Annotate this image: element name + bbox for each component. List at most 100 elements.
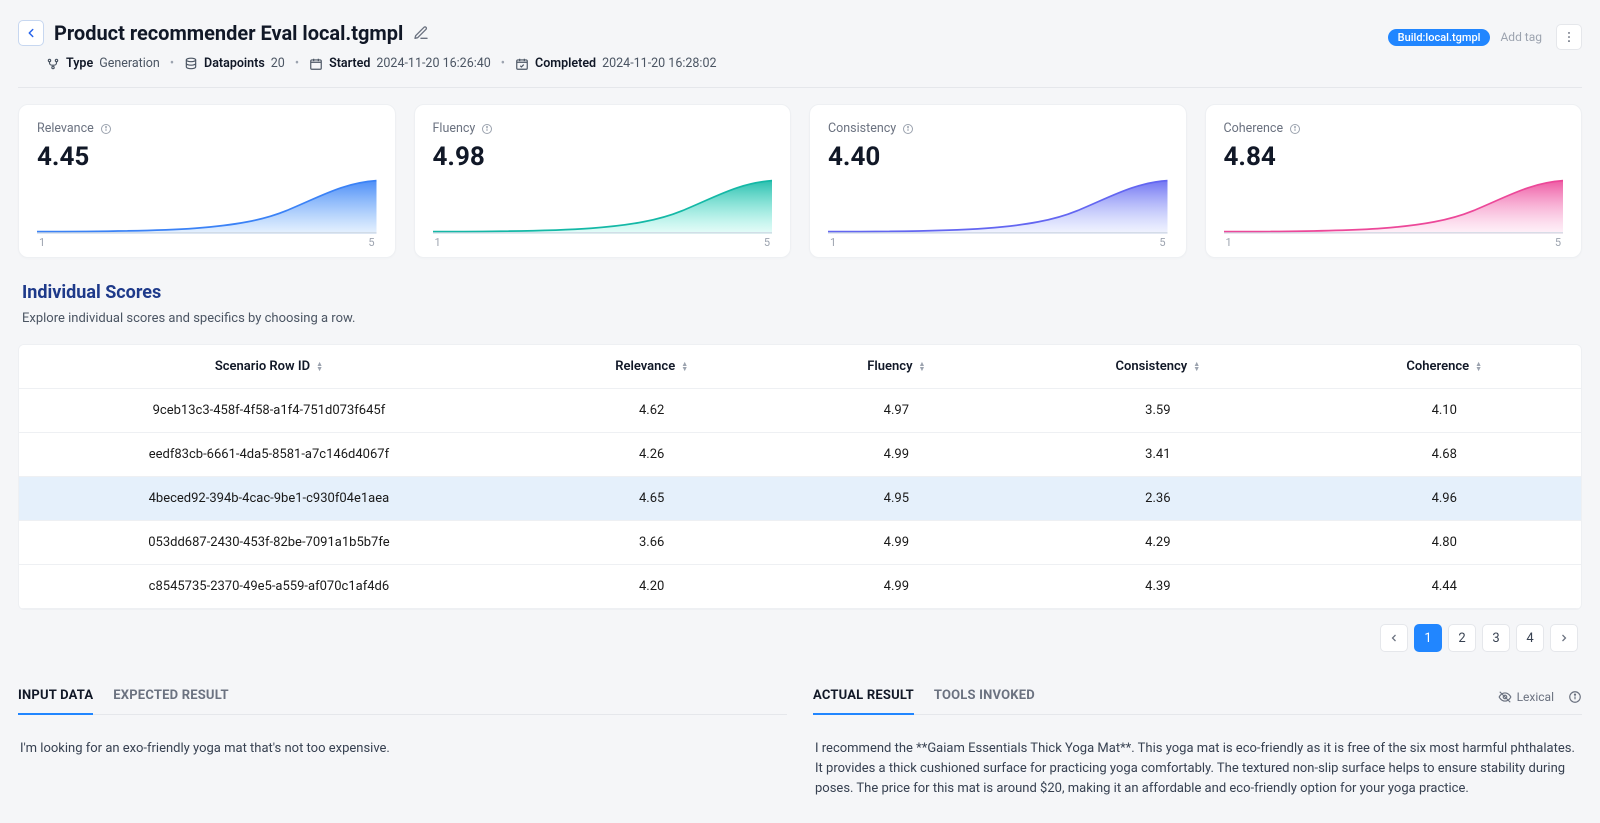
detail-right: ACTUAL RESULT TOOLS INVOKED Lexical I re…	[813, 680, 1582, 811]
table-row[interactable]: 9ceb13c3-458f-4f58-a1f4-751d073f645f 4.6…	[19, 389, 1581, 433]
col-consistency[interactable]: Consistency▲▼	[1008, 345, 1307, 389]
sort-icon: ▲▼	[1193, 362, 1200, 372]
col-relevance[interactable]: Relevance▲▼	[519, 345, 785, 389]
cell-coherence: 4.68	[1307, 433, 1581, 477]
cell-fluency: 4.99	[785, 433, 1009, 477]
calendar-icon	[309, 57, 323, 71]
metric-value: 4.40	[828, 142, 1168, 172]
cell-relevance: 3.66	[519, 521, 785, 565]
add-tag-button[interactable]: Add tag	[1500, 30, 1542, 44]
cell-coherence: 4.80	[1307, 521, 1581, 565]
cell-relevance: 4.62	[519, 389, 785, 433]
page-3[interactable]: 3	[1482, 624, 1510, 652]
pagination: 1234	[22, 624, 1578, 652]
meta-completed: Completed 2024-11-20 16:28:02	[515, 56, 717, 71]
page-prev[interactable]	[1380, 624, 1408, 652]
cell-scenario: eedf83cb-6661-4da5-8581-a7c146d4067f	[19, 433, 519, 477]
col-fluency[interactable]: Fluency▲▼	[785, 345, 1009, 389]
cell-scenario: c8545735-2370-49e5-a559-af070c1af4d6	[19, 565, 519, 609]
scores-table: Scenario Row ID▲▼ Relevance▲▼ Fluency▲▼ …	[18, 344, 1582, 610]
page-header: Product recommender Eval local.tgmpl Typ…	[18, 12, 1582, 88]
metric-card: Fluency 4.98 15	[414, 104, 792, 258]
cell-relevance: 4.65	[519, 477, 785, 521]
info-icon[interactable]	[1289, 123, 1301, 135]
lexical-toggle[interactable]: Lexical	[1498, 690, 1554, 704]
metric-label: Coherence	[1224, 121, 1564, 136]
dots-vertical-icon	[1562, 30, 1576, 44]
sort-icon: ▲▼	[1475, 362, 1482, 372]
more-menu-button[interactable]	[1556, 24, 1582, 50]
metric-chart	[433, 176, 773, 234]
eye-off-icon	[1498, 690, 1512, 704]
cell-fluency: 4.99	[785, 565, 1009, 609]
detail-left: INPUT DATA EXPECTED RESULT I'm looking f…	[18, 680, 787, 811]
tab-expected-result[interactable]: EXPECTED RESULT	[113, 680, 228, 715]
cell-relevance: 4.26	[519, 433, 785, 477]
cell-coherence: 4.44	[1307, 565, 1581, 609]
info-icon[interactable]	[902, 123, 914, 135]
metric-card: Relevance 4.45 15	[18, 104, 396, 258]
calendar-check-icon	[515, 57, 529, 71]
table-row[interactable]: eedf83cb-6661-4da5-8581-a7c146d4067f 4.2…	[19, 433, 1581, 477]
metric-card: Coherence 4.84 15	[1205, 104, 1583, 258]
metric-chart	[1224, 176, 1564, 234]
database-icon	[184, 57, 198, 71]
metric-value: 4.98	[433, 142, 773, 172]
page-4[interactable]: 4	[1516, 624, 1544, 652]
metric-label: Fluency	[433, 121, 773, 136]
col-coherence[interactable]: Coherence▲▼	[1307, 345, 1581, 389]
info-icon[interactable]	[481, 123, 493, 135]
sort-icon: ▲▼	[316, 362, 323, 372]
cell-fluency: 4.95	[785, 477, 1009, 521]
cell-fluency: 4.97	[785, 389, 1009, 433]
cell-consistency: 3.59	[1008, 389, 1307, 433]
sort-icon: ▲▼	[919, 362, 926, 372]
meta-started: Started 2024-11-20 16:26:40	[309, 56, 491, 71]
cell-fluency: 4.99	[785, 521, 1009, 565]
actual-text: I recommend the **Gaiam Essentials Thick…	[813, 727, 1582, 811]
col-scenario[interactable]: Scenario Row ID▲▼	[19, 345, 519, 389]
arrow-left-icon	[24, 26, 38, 40]
page-1[interactable]: 1	[1414, 624, 1442, 652]
cell-consistency: 3.41	[1008, 433, 1307, 477]
meta-datapoints: Datapoints 20	[184, 56, 285, 71]
info-icon[interactable]	[100, 123, 112, 135]
meta-type: Type Generation	[46, 56, 160, 71]
cell-consistency: 2.36	[1008, 477, 1307, 521]
input-text: I'm looking for an exo-friendly yoga mat…	[18, 727, 787, 771]
cell-consistency: 4.39	[1008, 565, 1307, 609]
page-2[interactable]: 2	[1448, 624, 1476, 652]
section-subtitle: Explore individual scores and specifics …	[22, 311, 1582, 326]
cell-coherence: 4.10	[1307, 389, 1581, 433]
metric-value: 4.84	[1224, 142, 1564, 172]
back-button[interactable]	[18, 20, 44, 46]
tab-input-data[interactable]: INPUT DATA	[18, 680, 93, 715]
table-row[interactable]: 053dd687-2430-453f-82be-7091a1b5b7fe 3.6…	[19, 521, 1581, 565]
table-row[interactable]: c8545735-2370-49e5-a559-af070c1af4d6 4.2…	[19, 565, 1581, 609]
metric-label: Consistency	[828, 121, 1168, 136]
metrics-cards: Relevance 4.45 15 Fluency 4.98	[18, 104, 1582, 258]
info-button[interactable]	[1568, 690, 1582, 704]
cell-consistency: 4.29	[1008, 521, 1307, 565]
tag-chip[interactable]: Build:local.tgmpl	[1388, 29, 1491, 46]
table-row[interactable]: 4beced92-394b-4cac-9be1-c930f04e1aea 4.6…	[19, 477, 1581, 521]
metric-chart	[828, 176, 1168, 234]
cell-scenario: 053dd687-2430-453f-82be-7091a1b5b7fe	[19, 521, 519, 565]
sort-icon: ▲▼	[681, 362, 688, 372]
metric-value: 4.45	[37, 142, 377, 172]
info-icon	[1568, 690, 1582, 704]
edit-icon[interactable]	[413, 25, 429, 41]
section-title: Individual Scores	[22, 282, 1582, 303]
chevron-left-icon	[1388, 632, 1400, 644]
cell-coherence: 4.96	[1307, 477, 1581, 521]
tab-actual-result[interactable]: ACTUAL RESULT	[813, 680, 914, 715]
branch-icon	[46, 57, 60, 71]
metric-chart	[37, 176, 377, 234]
cell-scenario: 9ceb13c3-458f-4f58-a1f4-751d073f645f	[19, 389, 519, 433]
page-next[interactable]	[1550, 624, 1578, 652]
metric-card: Consistency 4.40 15	[809, 104, 1187, 258]
chevron-right-icon	[1558, 632, 1570, 644]
meta-row: Type Generation • Datapoints 20 • Starte…	[18, 56, 717, 71]
cell-scenario: 4beced92-394b-4cac-9be1-c930f04e1aea	[19, 477, 519, 521]
tab-tools-invoked[interactable]: TOOLS INVOKED	[934, 680, 1035, 715]
